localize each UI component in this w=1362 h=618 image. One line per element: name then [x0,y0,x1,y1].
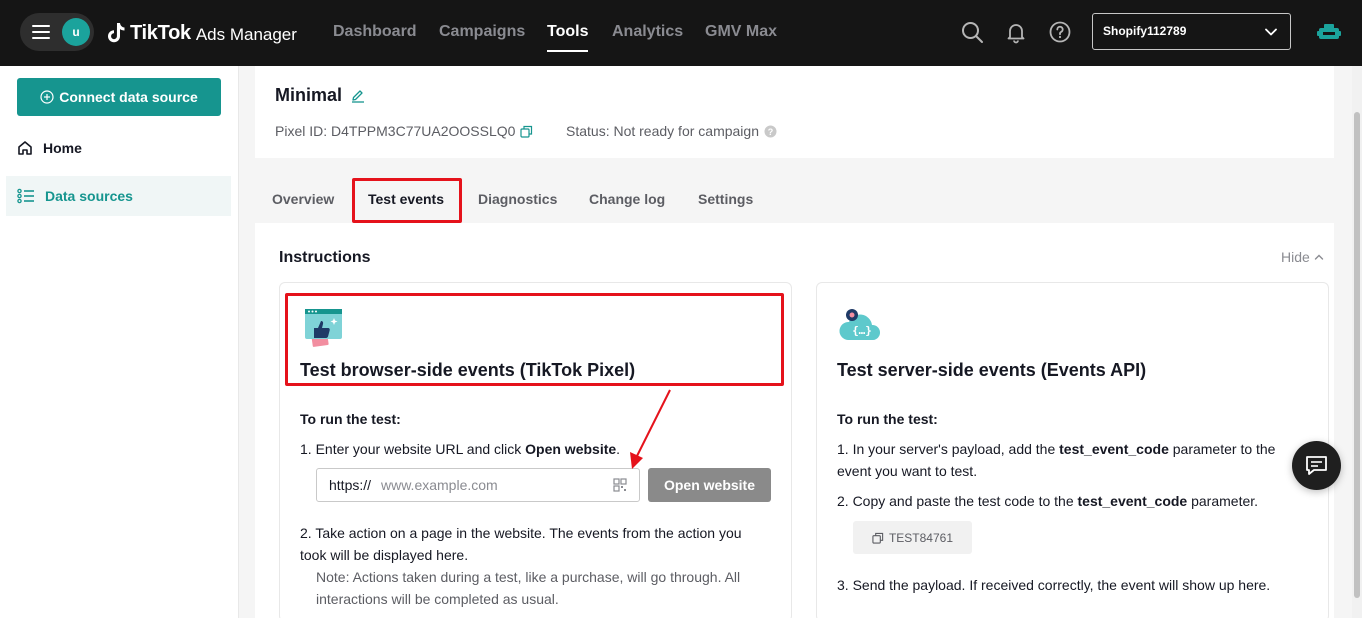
pixel-id: Pixel ID: D4TPPM3C77UA2OOSSLQ0 [275,123,516,139]
plus-circle-icon [40,90,54,104]
tiktok-ads-manager-logo[interactable]: TikTok Ads Manager [106,18,297,48]
brand-name: TikTok [130,21,191,44]
sidebar-item-label: Data sources [45,188,133,204]
bell-icon[interactable] [1004,20,1028,44]
server-step-1-bold: test_event_code [1059,441,1169,457]
browser-note-line-1: Note: Actions taken during a test, like … [316,569,741,585]
server-card-title: Test server-side events (Events API) [837,360,1147,380]
website-url-input[interactable]: https:// www.example.com [316,468,640,502]
svg-text:{…}: {…} [852,324,872,337]
nav-gmv-max[interactable]: GMV Max [705,0,777,66]
browser-run-heading: To run the test: [300,411,401,427]
user-avatar[interactable]: u [62,18,90,46]
assistant-bot-icon[interactable] [1316,20,1342,44]
nav-campaigns[interactable]: Campaigns [439,0,525,66]
browser-step-2-line-2: took will be displayed here. [300,547,469,563]
menu-avatar-pill[interactable]: u [20,13,94,51]
server-step-2: 2. Copy and paste the test code to the t… [837,490,1258,512]
nav-tools[interactable]: Tools [547,0,589,66]
server-step-2-suffix: parameter. [1187,493,1259,509]
chevron-down-icon [1265,28,1277,36]
test-code: TEST84761 [888,530,954,545]
hide-instructions-toggle[interactable]: Hide [1281,249,1324,265]
hide-label: Hide [1281,249,1310,265]
hamburger-menu-icon[interactable] [32,25,50,39]
edit-pencil-icon[interactable] [351,89,365,103]
cloud-code-icon: {…} [839,309,881,340]
browser-note: Note: Actions taken during a test, like … [316,566,740,610]
nav-dashboard[interactable]: Dashboard [333,0,417,66]
browser-note-line-2: interactions will be completed as usual. [316,591,559,607]
copy-test-code-button[interactable]: TEST84761 [853,521,972,554]
browser-title-highlight-box [285,293,784,386]
pixel-title: Minimal [275,85,365,106]
browser-step-2-line-1: 2. Take action on a page in the website.… [300,525,742,541]
pixel-name: Minimal [275,85,343,105]
server-step-1-line-2: event you want to test. [837,463,978,479]
url-prefix: https:// [329,477,372,493]
browser-step-1-bold: Open website [525,441,617,457]
chat-support-button[interactable] [1292,441,1341,490]
tab-overview[interactable]: Overview [272,191,334,207]
server-step-1-suffix: parameter to the [1168,441,1276,457]
sidebar-item-data-sources[interactable]: Data sources [6,176,231,216]
nav-analytics[interactable]: Analytics [612,0,683,66]
tab-diagnostics[interactable]: Diagnostics [478,191,557,207]
tab-highlight-box [352,178,462,223]
chevron-up-icon [1314,254,1323,260]
server-step-1-text: 1. In your server's payload, add the [837,441,1060,457]
home-icon [18,141,32,155]
search-icon[interactable] [960,20,984,44]
browser-step-2: 2. Take action on a page in the website.… [300,522,742,566]
browser-step-1: 1. Enter your website URL and click Open… [300,438,620,460]
account-selector[interactable]: Shopify112789 [1092,13,1291,50]
pixel-id-row: Pixel ID: D4TPPM3C77UA2OOSSLQ0 [275,123,533,139]
browser-step-1-text: 1. Enter your website URL and click [300,441,526,457]
tab-settings[interactable]: Settings [698,191,753,207]
info-icon[interactable]: ? [764,125,777,138]
server-step-1: 1. In your server's payload, add the tes… [837,438,1275,482]
open-website-button[interactable]: Open website [648,468,771,502]
svg-text:?: ? [768,127,774,137]
browser-step-1-suffix: . [616,441,621,457]
sidebar-item-home[interactable]: Home [6,128,231,168]
top-navigation-bar: u TikTok Ads Manager Dashboard Campaigns… [0,0,1362,66]
qr-code-icon[interactable] [613,478,627,492]
account-name: Shopify112789 [1103,24,1187,38]
sidebar-item-label: Home [43,140,82,156]
sidebar: Connect data source Home Data sources [0,66,239,618]
help-icon[interactable] [1048,20,1072,44]
instructions-title: Instructions [279,249,371,266]
pixel-status: Status: Not ready for campaign [566,123,759,139]
list-icon [17,188,34,204]
server-step-2-bold: test_event_code [1077,493,1188,509]
url-placeholder: www.example.com [381,477,498,493]
connect-data-source-button[interactable]: Connect data source [17,78,221,116]
server-step-3: 3. Send the payload. If received correct… [837,577,1271,593]
pixel-header-card: Minimal Pixel ID: D4TPPM3C77UA2OOSSLQ0 S… [255,66,1334,158]
chat-icon [1306,456,1327,475]
copy-icon[interactable] [520,125,533,138]
page-scrollbar-thumb[interactable] [1354,112,1360,598]
server-step-2-text: 2. Copy and paste the test code to the [837,493,1078,509]
copy-icon [872,532,884,544]
tab-change-log[interactable]: Change log [589,191,665,207]
product-name: Ads Manager [195,24,297,44]
pixel-status-row: Status: Not ready for campaign ? [566,123,777,139]
tiktok-note-icon [108,23,125,43]
connect-data-source-label: Connect data source [59,89,198,105]
server-run-heading: To run the test: [837,411,938,427]
